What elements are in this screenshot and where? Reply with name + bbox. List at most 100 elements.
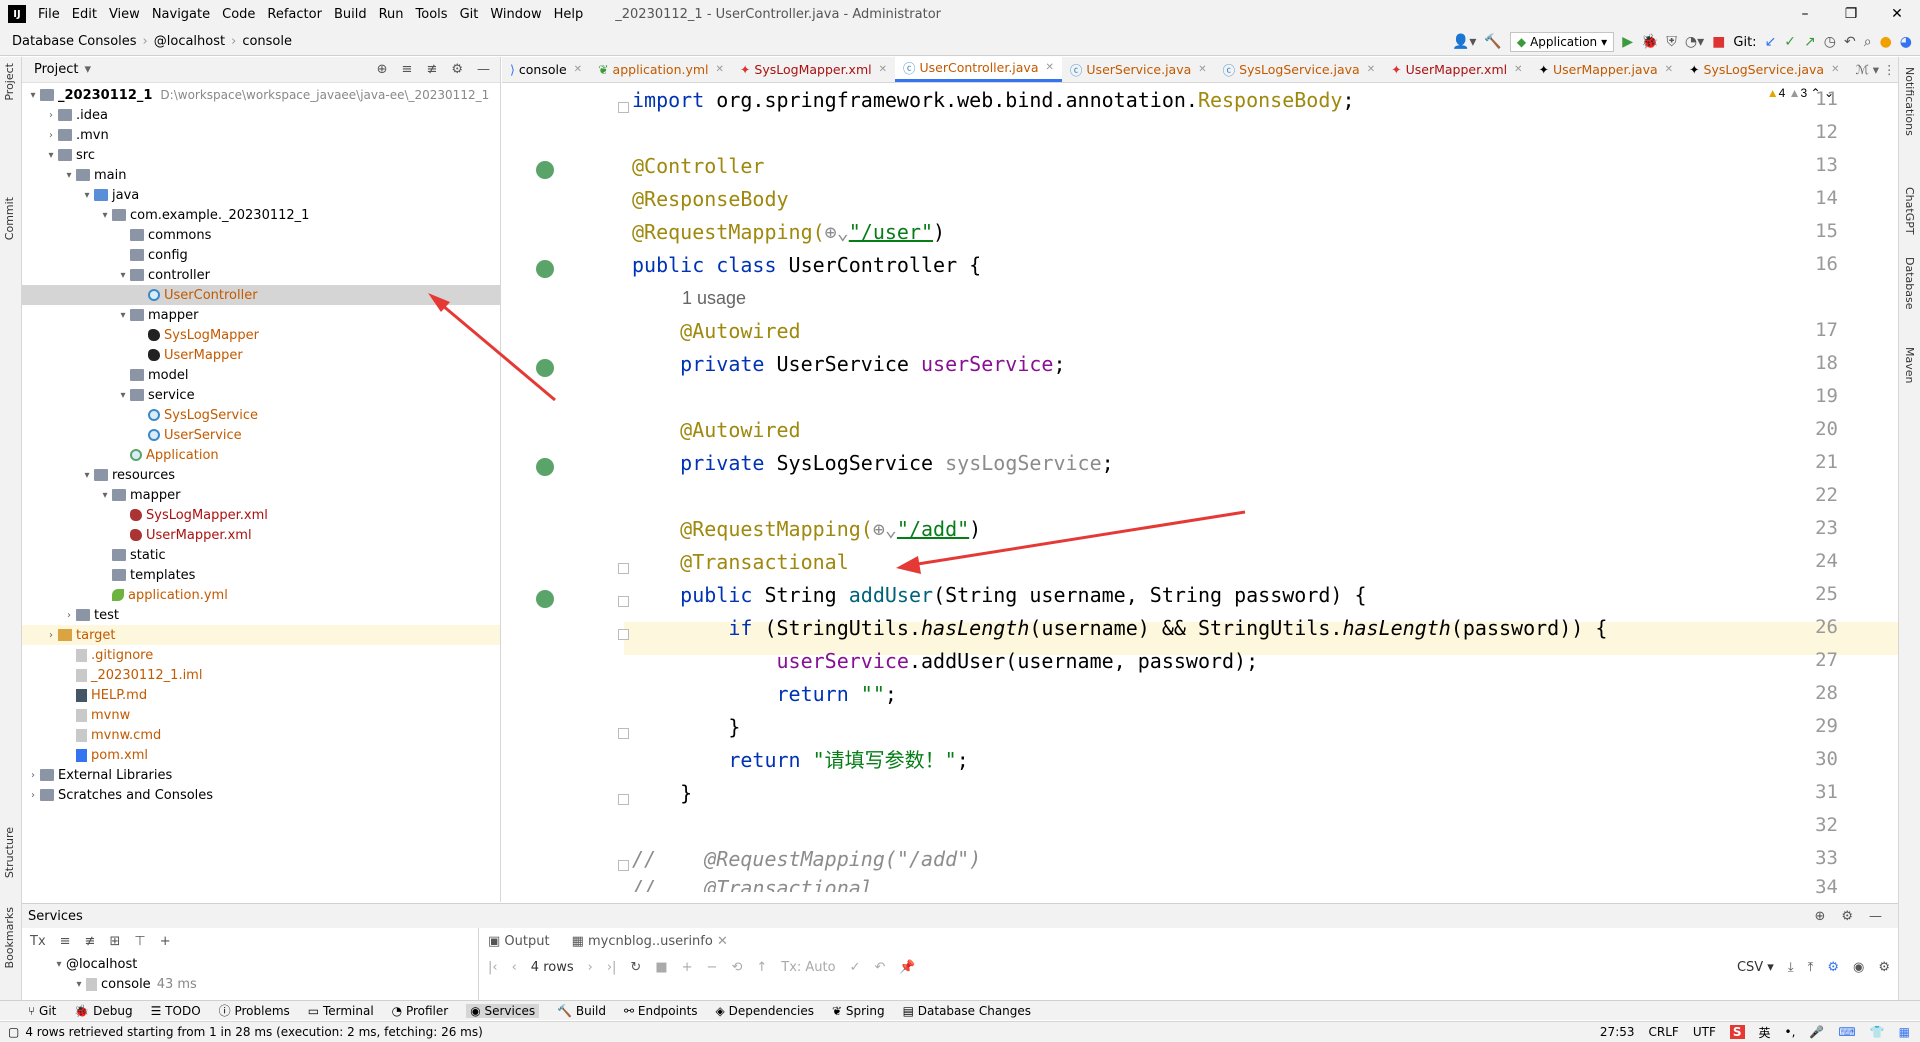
spring-bean-icon[interactable] bbox=[536, 161, 554, 179]
microphone-icon[interactable]: 🎤 bbox=[1809, 1025, 1824, 1039]
tree-row[interactable]: ▾ main bbox=[22, 165, 500, 185]
tab-overflow-icon[interactable]: ℳ ▾ ⋮ bbox=[1847, 56, 1903, 82]
tree-row[interactable]: SysLogMapper.xml bbox=[22, 505, 500, 525]
fold-icon[interactable] bbox=[618, 794, 629, 805]
tree-row[interactable]: .gitignore bbox=[22, 645, 500, 665]
filter-icon[interactable]: ⊤ bbox=[134, 934, 145, 949]
tab-console[interactable]: ⟩ console ✕ bbox=[502, 56, 590, 82]
fold-icon[interactable] bbox=[618, 728, 629, 739]
fold-icon[interactable] bbox=[618, 102, 629, 113]
bookmarks-tool-button[interactable]: Bookmarks bbox=[3, 907, 16, 968]
menu-navigate[interactable]: Navigate bbox=[152, 7, 210, 22]
git-history-icon[interactable]: ◷ bbox=[1824, 34, 1836, 50]
tab-application-yml[interactable]: ❦ application.yml ✕ bbox=[590, 56, 732, 82]
tree-row[interactable]: ▾ resources bbox=[22, 465, 500, 485]
tab-usermapper-java[interactable]: ✦ UserMapper.java ✕ bbox=[1531, 56, 1682, 82]
menu-git[interactable]: Git bbox=[460, 7, 479, 22]
build-hammer-icon[interactable]: 🔨 bbox=[1484, 34, 1501, 50]
tab-usermapper-xml[interactable]: ✦ UserMapper.xml ✕ bbox=[1383, 56, 1530, 82]
code-area[interactable]: ▲4 ▲3 ⌃ ⌄ 11 12 13 14 15 16 17 18 19 20 … bbox=[502, 84, 1898, 902]
menu-refactor[interactable]: Refactor bbox=[267, 7, 322, 22]
commit-icon[interactable]: ✓ bbox=[850, 960, 861, 975]
add-icon[interactable]: + bbox=[160, 934, 171, 949]
tab-userservice-java[interactable]: ⓒ UserService.java ✕ bbox=[1062, 56, 1215, 82]
ime-punct-icon[interactable]: •, bbox=[1785, 1025, 1796, 1039]
tree-row[interactable]: pom.xml bbox=[22, 745, 500, 765]
fold-icon[interactable] bbox=[618, 629, 629, 640]
tree-row[interactable]: SysLogMapper bbox=[22, 325, 500, 345]
spring-endpoint-icon[interactable] bbox=[536, 260, 554, 278]
tree-row[interactable]: ▾ java bbox=[22, 185, 500, 205]
coverage-icon[interactable]: ⛨ bbox=[1666, 34, 1677, 50]
locate-icon[interactable]: ⊕ bbox=[377, 62, 388, 77]
tree-row[interactable]: ▾ com.example._20230112_1 bbox=[22, 205, 500, 225]
tree-row[interactable]: UserMapper.xml bbox=[22, 525, 500, 545]
tool-services[interactable]: ◉ Services bbox=[466, 1003, 540, 1018]
commit-tool-button[interactable]: Commit bbox=[3, 197, 16, 240]
tx-mode[interactable]: Tx: Auto bbox=[781, 960, 835, 975]
chatgpt-tool-button[interactable]: ChatGPT bbox=[1903, 187, 1916, 235]
tree-row[interactable]: Application bbox=[22, 445, 500, 465]
menu-edit[interactable]: Edit bbox=[72, 7, 97, 22]
line-separator[interactable]: CRLF bbox=[1649, 1025, 1679, 1039]
add-row-icon[interactable]: + bbox=[682, 960, 693, 975]
git-commit-icon[interactable]: ✓ bbox=[1784, 34, 1796, 50]
first-page-icon[interactable]: |‹ bbox=[488, 960, 498, 975]
fold-icon[interactable] bbox=[618, 563, 629, 574]
collapse-all-icon[interactable]: ≢ bbox=[426, 62, 437, 77]
project-tool-button[interactable]: Project bbox=[3, 63, 16, 101]
last-page-icon[interactable]: ›| bbox=[607, 960, 617, 975]
skin-icon[interactable]: 👕 bbox=[1870, 1025, 1885, 1039]
tree-row[interactable]: _20230112_1.iml bbox=[22, 665, 500, 685]
tree-row[interactable]: config bbox=[22, 245, 500, 265]
pin-icon[interactable]: 📌 bbox=[899, 960, 915, 975]
tree-row[interactable]: UserMapper bbox=[22, 345, 500, 365]
ime-language[interactable]: 英 bbox=[1759, 1024, 1771, 1041]
expand-all-icon[interactable]: ≡ bbox=[60, 934, 71, 949]
profile-icon[interactable]: ◔▾ bbox=[1685, 34, 1704, 50]
fold-icon[interactable] bbox=[618, 860, 629, 871]
next-page-icon[interactable]: › bbox=[588, 960, 593, 975]
menu-tools[interactable]: Tools bbox=[416, 7, 448, 22]
spring-autowire-icon[interactable] bbox=[536, 359, 554, 377]
git-push-icon[interactable]: ↗ bbox=[1804, 34, 1816, 50]
menu-build[interactable]: Build bbox=[334, 7, 367, 22]
menu-code[interactable]: Code bbox=[222, 7, 255, 22]
hide-icon[interactable]: — bbox=[1869, 909, 1882, 924]
close-icon[interactable]: ✕ bbox=[1874, 0, 1920, 28]
sogou-ime-icon[interactable]: S bbox=[1729, 1025, 1745, 1039]
caret-position[interactable]: 27:53 bbox=[1600, 1025, 1635, 1039]
maximize-icon[interactable]: ❐ bbox=[1828, 0, 1874, 28]
collapse-all-icon[interactable]: ≢ bbox=[85, 934, 96, 949]
usage-hint[interactable]: 1 usage bbox=[682, 282, 746, 315]
database-tool-button[interactable]: Database bbox=[1903, 257, 1916, 310]
tool-problems[interactable]: ⓘ Problems bbox=[219, 1002, 290, 1019]
tree-row[interactable]: › Scratches and Consoles bbox=[22, 785, 500, 805]
spring-autowire-icon[interactable] bbox=[536, 458, 554, 476]
refresh-icon[interactable]: ↻ bbox=[630, 960, 641, 975]
submit-icon[interactable]: ↑ bbox=[756, 960, 767, 975]
tool-endpoints[interactable]: ⚯ Endpoints bbox=[624, 1004, 698, 1018]
menu-help[interactable]: Help bbox=[554, 7, 584, 22]
menu-run[interactable]: Run bbox=[379, 7, 404, 22]
tree-row[interactable]: › .idea bbox=[22, 105, 500, 125]
menu-view[interactable]: View bbox=[109, 7, 140, 22]
notifications-tool-button[interactable]: Notifications bbox=[1903, 67, 1916, 136]
tree-row[interactable]: › External Libraries bbox=[22, 765, 500, 785]
menu-file[interactable]: File bbox=[38, 7, 60, 22]
gear-icon[interactable]: ⚙ bbox=[1841, 909, 1853, 924]
csv-select[interactable]: CSV ▾ bbox=[1737, 960, 1774, 975]
toolbox-icon[interactable]: ▦ bbox=[1899, 1025, 1910, 1039]
minimize-icon[interactable]: – bbox=[1782, 0, 1828, 28]
fold-icon[interactable] bbox=[618, 596, 629, 607]
tree-row[interactable]: model bbox=[22, 365, 500, 385]
tree-row[interactable]: SysLogService bbox=[22, 405, 500, 425]
menu-window[interactable]: Window bbox=[490, 7, 541, 22]
git-update-icon[interactable]: ↙ bbox=[1765, 34, 1777, 50]
stop-icon[interactable]: ■ bbox=[1712, 34, 1725, 50]
spring-endpoint-icon[interactable] bbox=[536, 590, 554, 608]
status-message[interactable]: 4 rows retrieved starting from 1 in 28 m… bbox=[25, 1025, 482, 1039]
tool-profiler[interactable]: ◔ Profiler bbox=[392, 1004, 449, 1018]
tree-row-root[interactable]: ▾ _20230112_1 D:\workspace\workspace_javae… bbox=[22, 85, 500, 105]
tool-build[interactable]: 🔨 Build bbox=[557, 1004, 606, 1018]
